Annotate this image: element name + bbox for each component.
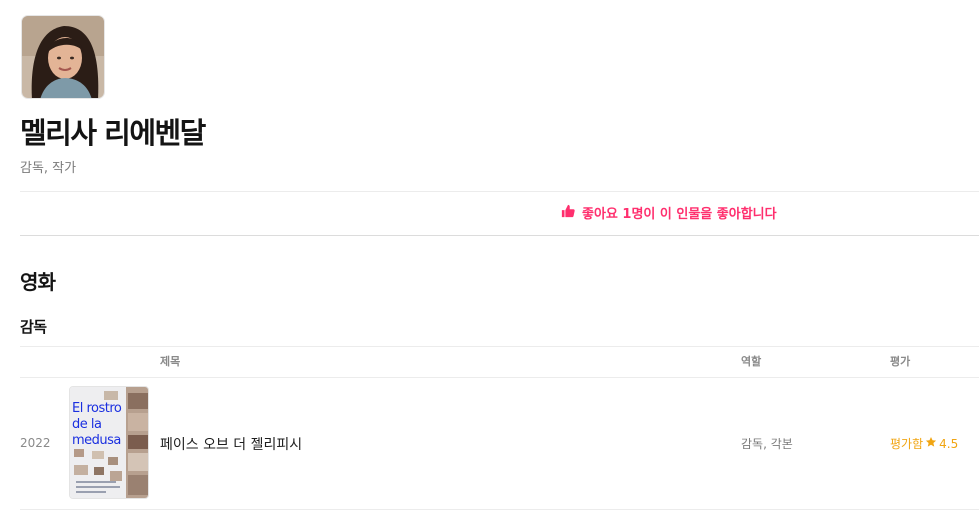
column-header-title: 제목 <box>160 355 181 368</box>
poster-text-line-3: medusa <box>72 433 121 448</box>
movie-poster[interactable]: El rostro de la medusa <box>69 386 149 499</box>
section-title: 영화 <box>20 270 56 294</box>
column-header-rating: 평가 <box>890 355 911 368</box>
row-year: 2022 <box>20 436 51 450</box>
poster-text-line-1: El rostro <box>72 401 122 416</box>
column-header-role: 역할 <box>741 355 762 368</box>
table-row[interactable]: 2022 El rostro de la medusa 페이스 오브 더 젤리피… <box>20 378 979 509</box>
person-roles: 감독, 작가 <box>20 161 77 176</box>
avatar <box>21 15 105 99</box>
person-name: 멜리사 리에벤달 <box>20 116 206 150</box>
like-text: 좋아요 1명이 이 인물을 좋아합니다 <box>582 207 777 222</box>
movie-title[interactable]: 페이스 오브 더 젤리피시 <box>160 434 302 454</box>
thumbs-up-icon <box>561 204 575 222</box>
poster-text-line-2: de la <box>72 417 101 432</box>
movie-rating: 평가함 4.5 <box>890 435 958 452</box>
subsection-title: 감독 <box>20 318 47 336</box>
divider <box>20 235 979 236</box>
like-button[interactable]: 좋아요 1명이 이 인물을 좋아합니다 <box>561 203 777 222</box>
star-icon <box>925 436 937 451</box>
divider <box>20 346 979 347</box>
movie-role: 감독, 각본 <box>741 437 793 451</box>
avatar-image <box>22 16 104 98</box>
divider <box>20 191 979 192</box>
rating-label: 평가함 <box>890 437 924 451</box>
rating-value: 4.5 <box>939 436 959 451</box>
